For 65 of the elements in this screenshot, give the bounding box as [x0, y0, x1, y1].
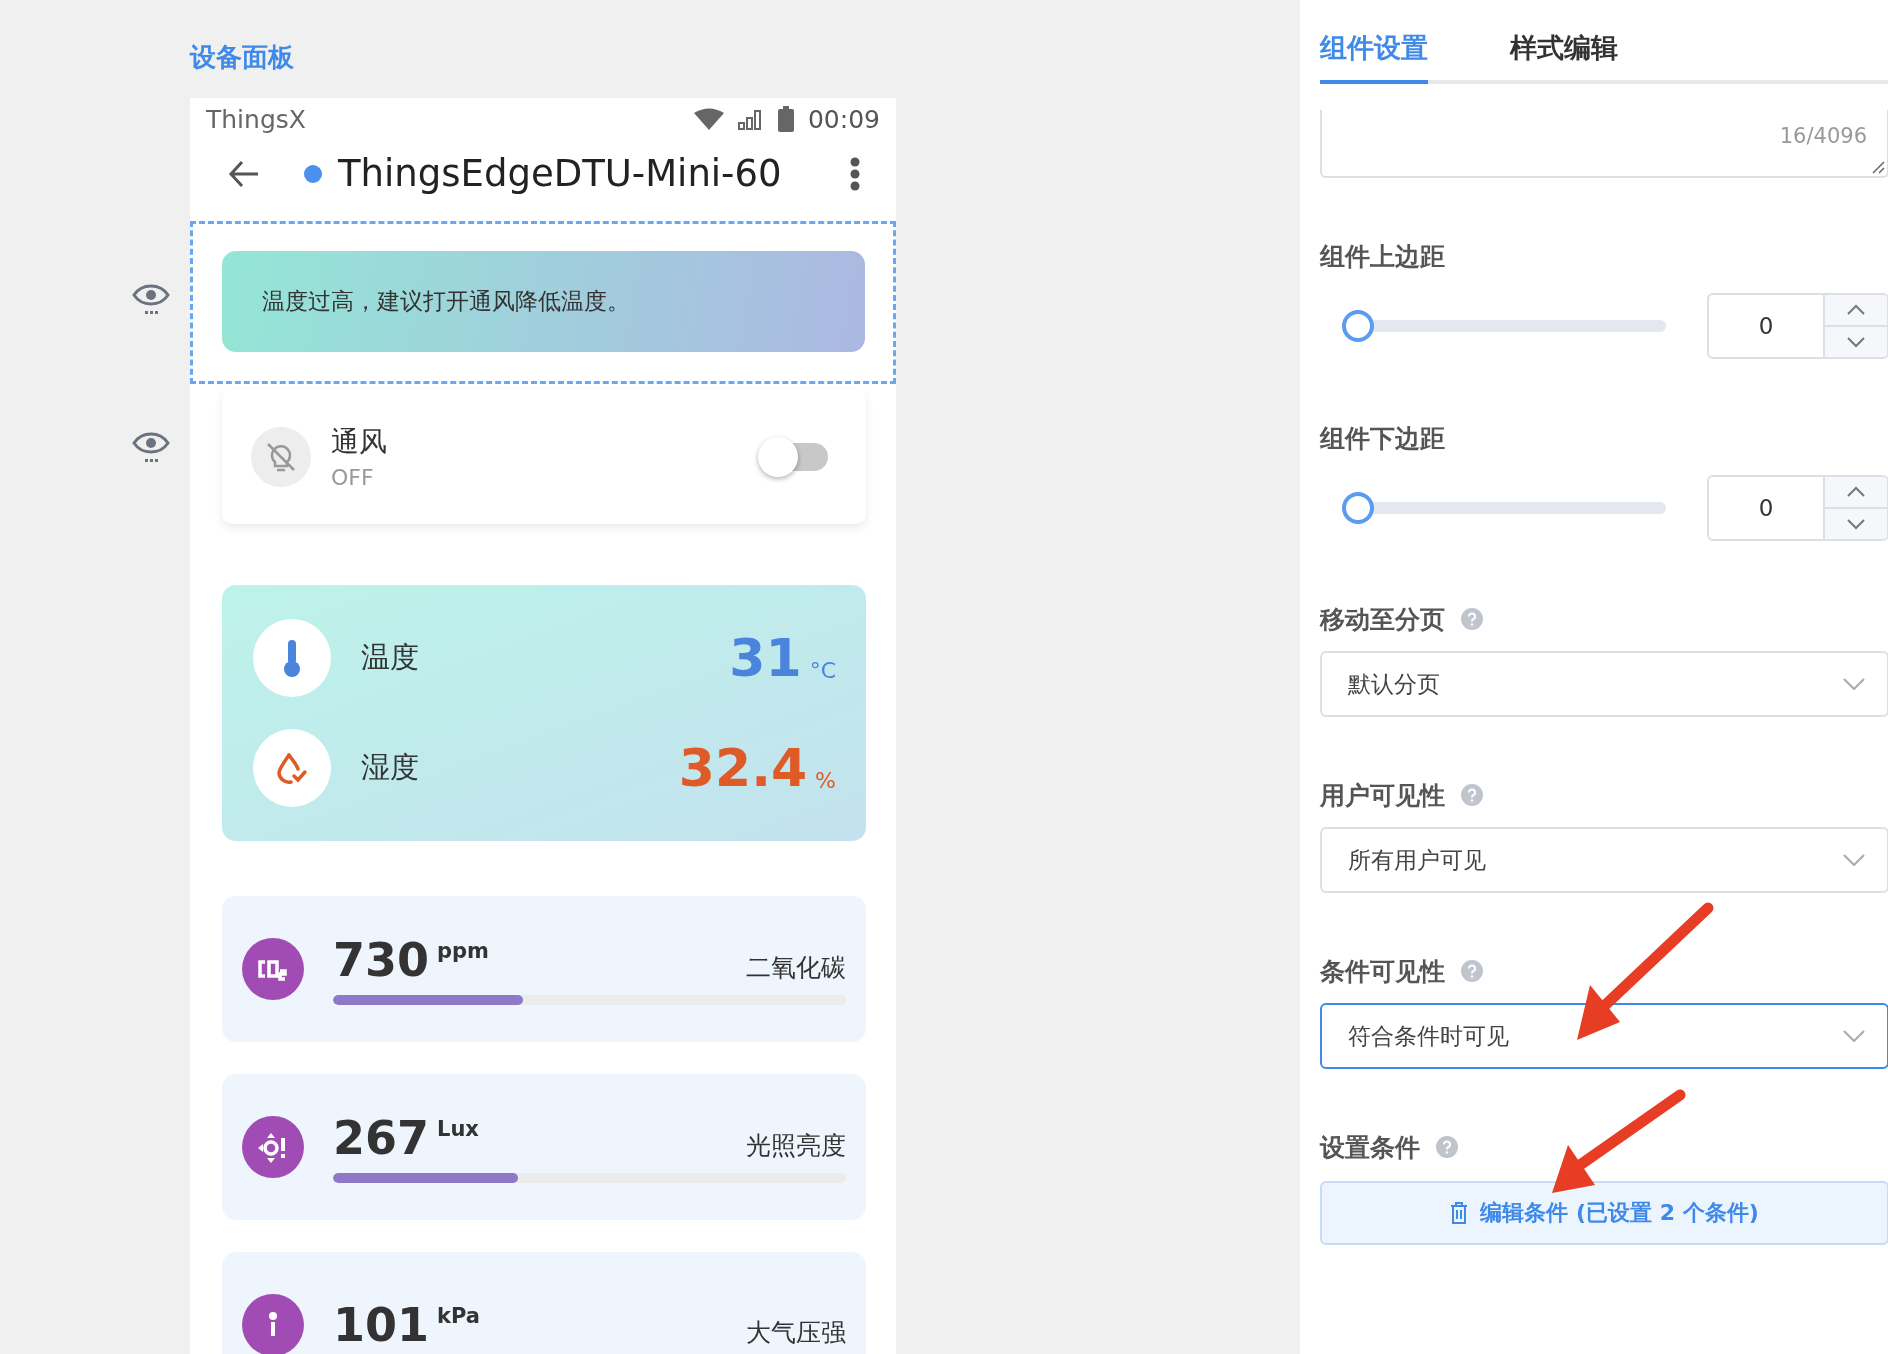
- sensor-unit: °C: [809, 658, 836, 683]
- toggle-switch[interactable]: [758, 436, 828, 477]
- chevron-up-icon: [1846, 486, 1866, 498]
- slider[interactable]: [1342, 492, 1666, 524]
- tab[interactable]: 样式编辑: [1510, 30, 1618, 84]
- help-icon[interactable]: [1461, 960, 1483, 982]
- eye-icon[interactable]: [132, 431, 170, 463]
- alert-banner: 温度过高，建议打开通风降低温度。: [222, 251, 865, 352]
- help-icon[interactable]: [1461, 608, 1483, 630]
- slider[interactable]: [1342, 310, 1666, 342]
- meter-label: 二氧化碳: [746, 952, 846, 984]
- water-drop-icon: [275, 751, 309, 785]
- switch-state: OFF: [331, 465, 375, 490]
- number-input[interactable]: 0: [1707, 293, 1888, 359]
- field-label: 用户可见性: [1320, 779, 1445, 812]
- battery-icon: [777, 106, 794, 133]
- help-icon[interactable]: [1461, 784, 1483, 806]
- eye-icon[interactable]: [132, 283, 170, 315]
- co2-icon: [242, 938, 304, 1000]
- brightness-icon: [242, 1116, 304, 1178]
- chevron-down-icon: [1843, 1030, 1865, 1042]
- clock-time: 00:09: [807, 104, 880, 134]
- trash-icon: [1450, 1202, 1469, 1224]
- char-counter: 16/4096: [1779, 124, 1867, 150]
- meter-value: 730: [333, 933, 430, 987]
- page-title: 设备面板: [190, 41, 295, 74]
- meter-label: 光照亮度: [746, 1130, 846, 1162]
- sensor-value: 32.4: [678, 738, 808, 798]
- more-icon[interactable]: [850, 156, 860, 191]
- field-label: 组件上边距: [1320, 240, 1445, 273]
- carrier-name: ThingsX: [206, 104, 307, 134]
- resize-handle-icon: [1871, 160, 1885, 174]
- select-field[interactable]: 所有用户可见: [1320, 827, 1888, 893]
- field-label: 条件可见性: [1320, 955, 1445, 988]
- sensor-label: 湿度: [361, 749, 420, 786]
- number-input[interactable]: 0: [1707, 475, 1888, 541]
- chevron-down-icon: [1843, 678, 1865, 690]
- sensor-unit: %: [815, 768, 836, 793]
- meter-value: 267: [333, 1111, 430, 1165]
- field-label: 移动至分页: [1320, 603, 1445, 636]
- chevron-up-icon: [1846, 304, 1866, 316]
- chevron-down-icon: [1846, 336, 1866, 348]
- signal-icon: [737, 108, 764, 131]
- chevron-down-icon: [1843, 854, 1865, 866]
- thermometer-icon: [281, 638, 303, 678]
- field-label: 组件下边距: [1320, 422, 1445, 455]
- slider-thumb[interactable]: [1342, 310, 1374, 342]
- meter-unit: Lux: [437, 1117, 480, 1141]
- meter-label: 大气压强: [746, 1317, 846, 1349]
- sensor-value: 31: [729, 628, 802, 688]
- chevron-down-icon: [1846, 518, 1866, 530]
- select-field[interactable]: 符合条件时可见: [1320, 1003, 1888, 1069]
- pressure-icon: [242, 1294, 304, 1354]
- back-arrow-icon[interactable]: [228, 159, 260, 188]
- sensor-label: 温度: [361, 639, 420, 676]
- select-field[interactable]: 默认分页: [1320, 651, 1888, 717]
- wifi-icon: [693, 108, 724, 131]
- field-label: 设置条件: [1320, 1131, 1420, 1164]
- meter-value: 101: [333, 1298, 430, 1352]
- meter-unit: ppm: [437, 939, 490, 963]
- meter-unit: kPa: [437, 1304, 481, 1328]
- switch-name: 通风: [331, 424, 388, 460]
- device-name: ThingsEdgeDTU-Mini-60: [338, 152, 783, 196]
- help-icon[interactable]: [1436, 1136, 1458, 1158]
- slider-thumb[interactable]: [1342, 492, 1374, 524]
